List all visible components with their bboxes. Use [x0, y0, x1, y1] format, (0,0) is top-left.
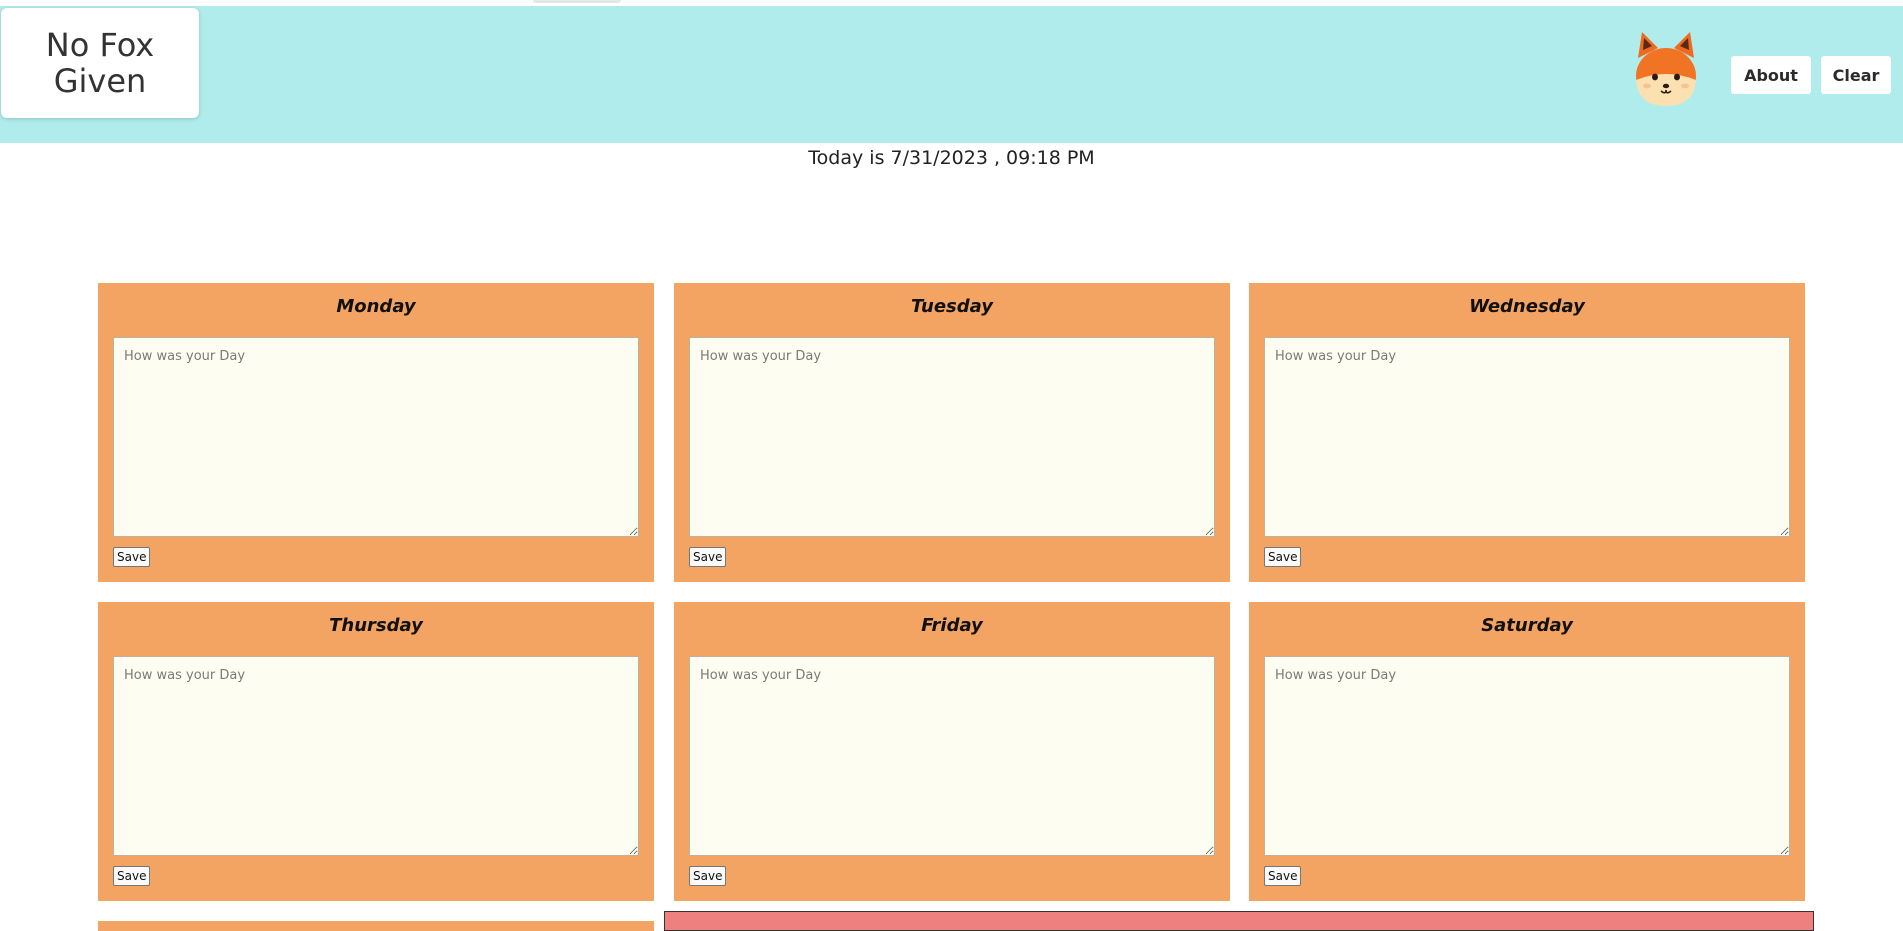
logo-text: No Fox Given: [45, 26, 155, 100]
day-entry-textarea[interactable]: [1264, 337, 1790, 537]
day-entry-textarea[interactable]: [1264, 656, 1790, 856]
day-title: Wednesday: [1469, 296, 1585, 317]
save-button[interactable]: Save: [689, 547, 727, 567]
save-button[interactable]: Save: [1264, 866, 1302, 886]
save-button[interactable]: Save: [113, 547, 151, 567]
day-card-saturday: Saturday Save: [1249, 602, 1805, 901]
clear-button[interactable]: Clear: [1821, 56, 1891, 94]
day-entry-textarea[interactable]: [689, 337, 1215, 537]
save-button[interactable]: Save: [689, 866, 727, 886]
day-card-tuesday: Tuesday Save: [674, 283, 1230, 582]
about-button[interactable]: About: [1731, 56, 1811, 94]
day-card-friday: Friday Save: [674, 602, 1230, 901]
day-card-thursday: Thursday Save: [98, 602, 654, 901]
tab-indicator: [533, 0, 621, 3]
day-title: Friday: [921, 615, 983, 636]
day-title: Saturday: [1481, 615, 1573, 636]
fox-mascot-icon: [1636, 32, 1696, 106]
site-header: No Fox Given About Clear: [0, 6, 1903, 143]
day-card-monday: Monday Save: [98, 283, 654, 582]
bottom-panel: [664, 911, 1814, 931]
day-entry-textarea[interactable]: [689, 656, 1215, 856]
save-button[interactable]: Save: [113, 866, 151, 886]
day-entry-textarea[interactable]: [113, 337, 639, 537]
day-card-wednesday: Wednesday Save: [1249, 283, 1805, 582]
save-button[interactable]: Save: [1264, 547, 1302, 567]
day-title: Monday: [336, 296, 416, 317]
day-title: Tuesday: [911, 296, 993, 317]
current-datetime: Today is 7/31/2023 , 09:18 PM: [808, 147, 1095, 169]
day-card-sunday-partial: [98, 921, 654, 931]
logo-box[interactable]: No Fox Given: [1, 8, 199, 118]
day-entry-textarea[interactable]: [113, 656, 639, 856]
day-title: Thursday: [329, 615, 423, 636]
